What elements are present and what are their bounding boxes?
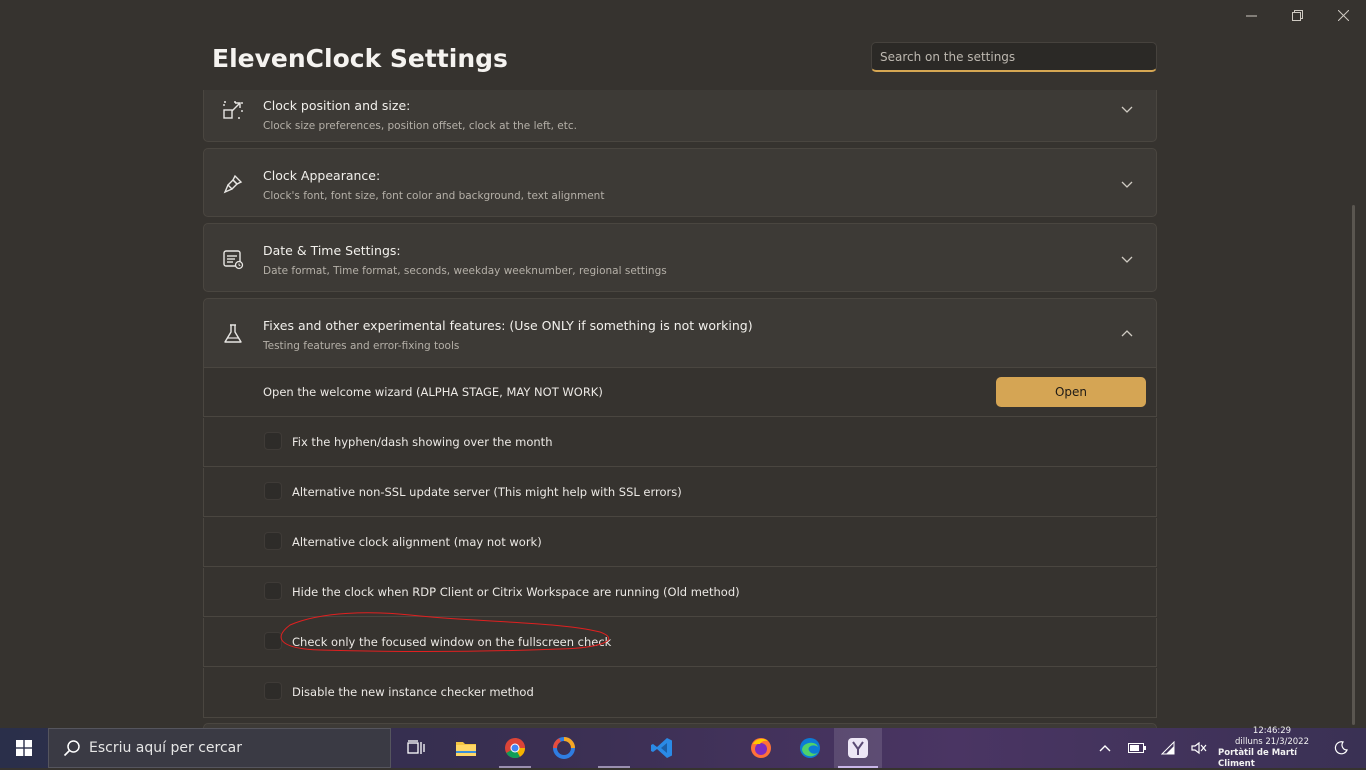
elevenclock-button[interactable] (834, 728, 882, 768)
taskbar-search-box[interactable]: Escriu aquí per cercar (48, 728, 391, 768)
paintbrush-icon (222, 173, 244, 195)
flask-icon (222, 323, 244, 345)
calendar-list-icon (222, 248, 244, 270)
task-view-icon (407, 740, 425, 754)
taskbar-clock[interactable]: 12:46:29 dilluns 21/3/2022 Portàtil de M… (1218, 726, 1326, 769)
option-row[interactable]: Alternative non-SSL update server (This … (203, 468, 1157, 517)
checkbox[interactable] (264, 532, 282, 550)
taskbar-app[interactable] (688, 728, 736, 768)
close-button[interactable] (1320, 0, 1366, 30)
app-ring-icon (553, 737, 575, 759)
chrome-button[interactable] (491, 728, 539, 768)
section-date-time[interactable]: Date & Time Settings: Date format, Time … (203, 223, 1157, 292)
checkbox[interactable] (264, 582, 282, 600)
start-button[interactable] (0, 728, 48, 768)
section-title: Clock position and size: (263, 98, 411, 113)
moon-icon (1334, 741, 1348, 755)
section-title: Date & Time Settings: (263, 243, 401, 258)
search-icon (63, 740, 80, 757)
settings-content: Clock position and size: Clock size pref… (203, 90, 1157, 728)
wifi-button[interactable] (1158, 728, 1180, 768)
section-title: Clock Appearance: (263, 168, 381, 183)
page-title: ElevenClock Settings (212, 44, 508, 73)
taskbar-app[interactable] (590, 728, 638, 768)
resize-icon (222, 99, 244, 121)
battery-button[interactable] (1126, 728, 1148, 768)
restore-icon (1291, 9, 1303, 21)
file-explorer-icon (456, 742, 476, 756)
option-label: Disable the new instance checker method (292, 685, 534, 699)
section-experimental[interactable]: Fixes and other experimental features: (… (203, 298, 1157, 368)
show-hidden-icons-button[interactable] (1094, 728, 1116, 768)
edge-icon (800, 738, 820, 758)
firefox-icon (751, 738, 771, 758)
firefox-button[interactable] (737, 728, 785, 768)
minimize-icon (1245, 15, 1257, 16)
close-icon (1337, 9, 1349, 21)
option-row[interactable]: Hide the clock when RDP Client or Citrix… (203, 568, 1157, 617)
app-ring-button[interactable] (540, 728, 588, 768)
clock-time: 12:46:29 (1252, 726, 1292, 736)
row-welcome-wizard: Open the welcome wizard (ALPHA STAGE, MA… (203, 368, 1157, 417)
checkbox[interactable] (264, 682, 282, 700)
option-label: Fix the hyphen/dash showing over the mon… (292, 435, 553, 449)
scrollbar[interactable] (1352, 205, 1355, 725)
section-title: Fixes and other experimental features: (… (263, 318, 753, 333)
elevenclock-icon (848, 738, 868, 758)
option-label: Hide the clock when RDP Client or Citrix… (292, 585, 740, 599)
section-subtitle: Clock's font, font size, font color and … (263, 190, 605, 202)
volume-muted-icon (1191, 741, 1207, 755)
vscode-icon (651, 738, 672, 758)
taskbar: Escriu aquí per cercar 12:46:29 dilluns … (0, 726, 1366, 769)
option-row[interactable]: Disable the new instance checker method (203, 668, 1157, 718)
volume-button[interactable] (1188, 728, 1210, 768)
clock-date: dilluns 21/3/2022 (1235, 737, 1309, 747)
wifi-icon (1161, 741, 1175, 755)
task-view-button[interactable] (392, 728, 440, 768)
chevron-up-icon[interactable] (1120, 326, 1134, 340)
option-row[interactable]: Fix the hyphen/dash showing over the mon… (203, 418, 1157, 467)
chevron-down-icon[interactable] (1120, 251, 1134, 265)
file-explorer-button[interactable] (442, 728, 490, 768)
checkbox[interactable] (264, 482, 282, 500)
section-clock-appearance[interactable]: Clock Appearance: Clock's font, font siz… (203, 148, 1157, 217)
window-controls (1228, 0, 1366, 30)
section-subtitle: Date format, Time format, seconds, weekd… (263, 265, 667, 277)
wizard-label: Open the welcome wizard (ALPHA STAGE, MA… (263, 385, 603, 399)
battery-icon (1128, 743, 1146, 753)
taskbar-search-placeholder: Escriu aquí per cercar (89, 740, 242, 756)
minimize-button[interactable] (1228, 0, 1274, 30)
settings-search-input[interactable] (871, 42, 1157, 72)
restore-button[interactable] (1274, 0, 1320, 30)
chevron-up-icon (1099, 745, 1111, 752)
section-clock-position[interactable]: Clock position and size: Clock size pref… (203, 90, 1157, 142)
checkbox[interactable] (264, 432, 282, 450)
chevron-down-icon[interactable] (1120, 101, 1134, 115)
chrome-icon (505, 738, 526, 759)
open-wizard-button[interactable]: Open (996, 377, 1146, 407)
vscode-button[interactable] (638, 728, 686, 768)
option-label: Check only the focused window on the ful… (292, 635, 612, 649)
option-row[interactable]: Check only the focused window on the ful… (203, 618, 1157, 667)
checkbox[interactable] (264, 632, 282, 650)
clock-label: Portàtil de Martí Climent (1218, 748, 1298, 769)
section-subtitle: Clock size preferences, position offset,… (263, 120, 577, 132)
notifications-button[interactable] (1330, 728, 1352, 768)
edge-button[interactable] (786, 728, 834, 768)
chevron-down-icon[interactable] (1120, 176, 1134, 190)
option-label: Alternative clock alignment (may not wor… (292, 535, 542, 549)
section-subtitle: Testing features and error-fixing tools (263, 340, 460, 352)
option-row[interactable]: Alternative clock alignment (may not wor… (203, 518, 1157, 567)
option-label: Alternative non-SSL update server (This … (292, 485, 682, 499)
windows-logo-icon (16, 740, 32, 756)
